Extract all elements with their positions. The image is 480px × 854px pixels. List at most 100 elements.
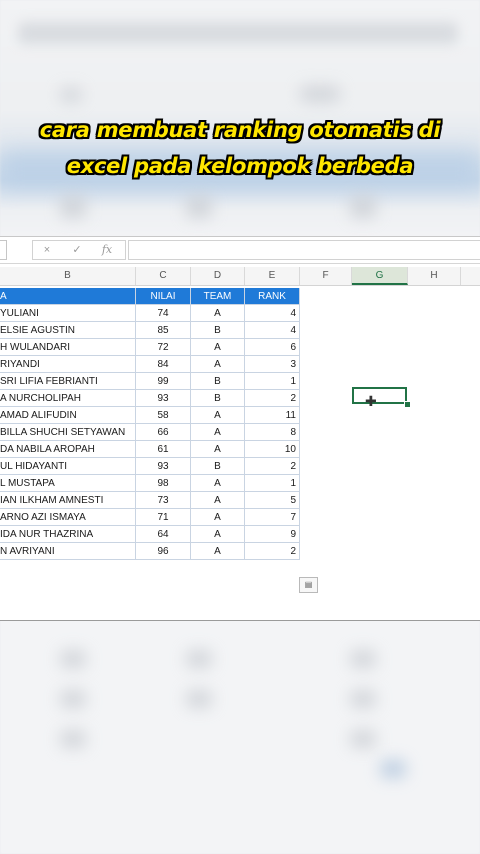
table-cell-name[interactable]: IDA NUR THAZRINA (0, 526, 136, 543)
table-cell-nilai[interactable]: 64 (136, 526, 191, 543)
table-cell-rank[interactable]: 1 (245, 475, 300, 492)
table-cell-name[interactable]: BILLA SHUCHI SETYAWAN (0, 424, 136, 441)
blurred-shape (60, 690, 86, 708)
table-cell-nilai[interactable]: 98 (136, 475, 191, 492)
table-cell-team[interactable]: A (191, 543, 245, 560)
paste-options-icon[interactable]: ▤ (299, 577, 318, 593)
table-cell-rank[interactable]: 2 (245, 458, 300, 475)
spreadsheet-window: × ✓ fx B C D E F G H A NILAI TEAM RANK YULIA… (0, 236, 480, 621)
table-cell-nilai[interactable]: 93 (136, 458, 191, 475)
name-box[interactable] (0, 240, 7, 260)
table-cell-name[interactable]: IAN ILKHAM AMNESTI (0, 492, 136, 509)
table-cell-team[interactable]: A (191, 441, 245, 458)
table-cell-nilai[interactable]: 85 (136, 322, 191, 339)
table-cell-name[interactable]: N AVRIYANI (0, 543, 136, 560)
table-cell-team[interactable]: A (191, 424, 245, 441)
column-header-d[interactable]: D (191, 267, 245, 285)
column-header-g[interactable]: G (352, 267, 408, 285)
table-cell-team[interactable]: B (191, 322, 245, 339)
table-cell-rank[interactable]: 1 (245, 373, 300, 390)
table-cell-team[interactable]: B (191, 373, 245, 390)
blurred-shape (350, 650, 376, 668)
table-cell-name[interactable]: H WULANDARI (0, 339, 136, 356)
table-cell-team[interactable]: B (191, 390, 245, 407)
selected-cell[interactable] (352, 387, 407, 404)
table-cell-nilai[interactable]: 71 (136, 509, 191, 526)
blurred-shape (350, 196, 376, 218)
blurred-shape (60, 196, 86, 218)
table-cell-rank[interactable]: 4 (245, 322, 300, 339)
table-header-name[interactable]: A (0, 288, 136, 305)
table-cell-rank[interactable]: 10 (245, 441, 300, 458)
blurred-shape (186, 196, 212, 218)
column-header-f[interactable]: F (300, 267, 352, 285)
table-cell-nilai[interactable]: 99 (136, 373, 191, 390)
table-cell-name[interactable]: ELSIE AGUSTIN (0, 322, 136, 339)
table-cell-nilai[interactable]: 96 (136, 543, 191, 560)
blurred-shape (60, 88, 82, 102)
blurred-shape (186, 690, 212, 708)
blurred-shape (380, 760, 406, 778)
table-cell-name[interactable]: RIYANDI (0, 356, 136, 373)
formula-input[interactable] (128, 240, 480, 260)
table-cell-nilai[interactable]: 74 (136, 305, 191, 322)
table-cell-team[interactable]: A (191, 526, 245, 543)
table-cell-team[interactable]: A (191, 407, 245, 424)
table-cell-team[interactable]: A (191, 509, 245, 526)
blurred-shape (186, 650, 212, 668)
column-header-b[interactable]: B (0, 267, 136, 285)
table-header-nilai[interactable]: NILAI (136, 288, 191, 305)
table-cell-rank[interactable]: 11 (245, 407, 300, 424)
column-header-h[interactable]: H (408, 267, 461, 285)
table-cell-team[interactable]: A (191, 339, 245, 356)
blurred-shape (60, 650, 86, 668)
table-cell-nilai[interactable]: 58 (136, 407, 191, 424)
table-cell-name[interactable]: A NURCHOLIPAH (0, 390, 136, 407)
caption-line-1: cara membuat ranking otomatis di (39, 118, 441, 142)
table-cell-name[interactable]: AMAD ALIFUDIN (0, 407, 136, 424)
fill-handle[interactable] (404, 401, 411, 408)
table-cell-name[interactable]: DA NABILA AROPAH (0, 441, 136, 458)
table-cell-team[interactable]: A (191, 475, 245, 492)
cancel-icon[interactable]: × (37, 241, 57, 259)
blurred-shape (350, 690, 376, 708)
column-header-e[interactable]: E (245, 267, 300, 285)
table-cell-nilai[interactable]: 66 (136, 424, 191, 441)
table-cell-team[interactable]: B (191, 458, 245, 475)
table-cell-rank[interactable]: 5 (245, 492, 300, 509)
enter-icon[interactable]: ✓ (67, 241, 87, 259)
table-cell-nilai[interactable]: 73 (136, 492, 191, 509)
table-header-rank[interactable]: RANK (245, 288, 300, 305)
formula-buttons: × ✓ fx (32, 240, 126, 260)
formula-bar: × ✓ fx (0, 237, 480, 264)
table-cell-rank[interactable]: 7 (245, 509, 300, 526)
table-cell-rank[interactable]: 2 (245, 390, 300, 407)
table-cell-name[interactable]: SRI LIFIA FEBRIANTI (0, 373, 136, 390)
table-cell-team[interactable]: A (191, 492, 245, 509)
table-cell-rank[interactable]: 2 (245, 543, 300, 560)
caption-line-2: excel pada kelompok berbeda (66, 154, 414, 178)
table-cell-name[interactable]: ARNO AZI ISMAYA (0, 509, 136, 526)
table-cell-name[interactable]: UL HIDAYANTI (0, 458, 136, 475)
table-cell-name[interactable]: YULIANI (0, 305, 136, 322)
table-cell-name[interactable]: L MUSTAPA (0, 475, 136, 492)
table-cell-rank[interactable]: 9 (245, 526, 300, 543)
column-header-c[interactable]: C (136, 267, 191, 285)
table-cell-nilai[interactable]: 61 (136, 441, 191, 458)
insert-function-icon[interactable]: fx (97, 241, 117, 259)
table-cell-nilai[interactable]: 72 (136, 339, 191, 356)
blurred-shape (300, 86, 340, 102)
table-cell-rank[interactable]: 3 (245, 356, 300, 373)
table-cell-nilai[interactable]: 93 (136, 390, 191, 407)
cross-cursor-icon: ✚ (365, 393, 377, 409)
table-cell-rank[interactable]: 4 (245, 305, 300, 322)
blurred-shape (350, 730, 376, 748)
blurred-title-bar (18, 22, 458, 44)
table-cell-team[interactable]: A (191, 356, 245, 373)
table-cell-team[interactable]: A (191, 305, 245, 322)
blurred-shape (60, 730, 86, 748)
table-cell-rank[interactable]: 6 (245, 339, 300, 356)
table-cell-rank[interactable]: 8 (245, 424, 300, 441)
table-header-team[interactable]: TEAM (191, 288, 245, 305)
table-cell-nilai[interactable]: 84 (136, 356, 191, 373)
